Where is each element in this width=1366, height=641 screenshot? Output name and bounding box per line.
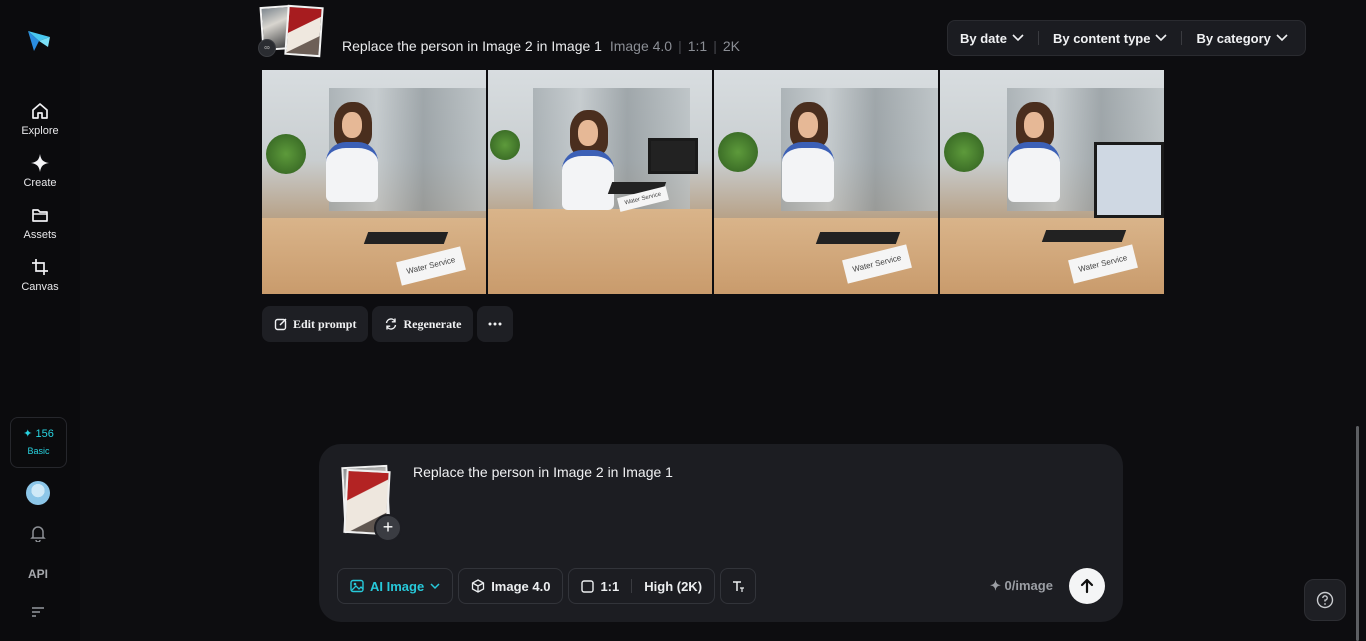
send-button[interactable]	[1069, 568, 1105, 604]
sidebar-item-label: Create	[23, 177, 57, 189]
generation-header: Replace the person in Image 2 in Image 1…	[342, 38, 740, 54]
generated-image[interactable]: Water Service	[940, 70, 1164, 294]
chevron-down-icon	[1012, 34, 1024, 42]
prompt-composer: + Replace the person in Image 2 in Image…	[319, 444, 1123, 622]
help-button[interactable]	[1304, 579, 1346, 621]
chevron-down-icon	[1155, 34, 1168, 42]
ratio-value: 1:1	[600, 578, 620, 594]
model-select[interactable]: Image 4.0	[458, 568, 564, 604]
more-options-button[interactable]	[477, 306, 514, 342]
sidebar-item-label: Canvas	[21, 281, 59, 293]
sidebar-item-create[interactable]: Create	[0, 153, 80, 189]
filter-by-category[interactable]: By category	[1196, 31, 1288, 46]
cube-icon	[472, 579, 485, 593]
sidebar-item-label: Explore	[21, 125, 59, 137]
menu-icon[interactable]	[31, 606, 45, 618]
bell-icon[interactable]	[30, 524, 46, 542]
generation-ratio: 1:1	[687, 38, 708, 54]
filter-by-date[interactable]: By date	[960, 31, 1024, 46]
quality-value: High (2K)	[644, 578, 703, 594]
mode-select[interactable]: AI Image	[337, 568, 454, 604]
edit-prompt-button[interactable]: Edit prompt	[262, 306, 369, 342]
sidebar-item-explore[interactable]: Explore	[0, 101, 80, 137]
filter-bar: By date By content type By category	[947, 20, 1306, 56]
composer-reference-images[interactable]: +	[341, 464, 402, 542]
generation-resolution: 2K	[722, 38, 740, 54]
generated-images: Water Service Water Service Water Servic…	[262, 70, 1164, 294]
plan-label: Basic	[27, 446, 50, 456]
generated-image[interactable]: Water Service	[714, 70, 938, 294]
generation-actions: Edit prompt Regenerate	[262, 306, 514, 342]
sidebar-item-label: Assets	[23, 229, 57, 241]
arrow-up-icon	[1080, 578, 1094, 594]
generated-image[interactable]: Water Service	[262, 70, 486, 294]
edit-icon	[274, 318, 287, 331]
logo-icon[interactable]	[26, 27, 52, 53]
ratio-quality-select[interactable]: 1:1 High (2K)	[568, 568, 716, 604]
avatar[interactable]	[26, 481, 50, 505]
cost-indicator: ✦ 0/image	[990, 578, 1053, 593]
add-image-button[interactable]: +	[374, 514, 402, 542]
filter-by-content-type[interactable]: By content type	[1053, 31, 1168, 46]
generation-model: Image 4.0	[609, 38, 673, 54]
credits-count: ✦ 156	[23, 428, 54, 440]
crop-icon	[32, 259, 48, 275]
chevron-down-icon	[430, 582, 440, 589]
sparkle-icon	[31, 154, 49, 172]
reference-image-2	[284, 4, 324, 58]
credits-badge[interactable]: ✦ 156 Basic	[10, 417, 67, 468]
chevron-down-icon	[1276, 34, 1288, 42]
composer-toolbar: AI Image Image 4.0 1:1 High (2K)	[337, 568, 757, 604]
link-icon: ∞	[258, 39, 276, 57]
refresh-icon	[386, 318, 397, 330]
sidebar: Explore Create Assets Canvas ✦ 156 Basic…	[0, 0, 80, 641]
help-icon	[1316, 591, 1334, 609]
scrollbar[interactable]	[1356, 426, 1359, 641]
reference-thumbnails[interactable]: ∞	[258, 4, 328, 58]
prompt-input[interactable]: Replace the person in Image 2 in Image 1	[413, 464, 673, 480]
sidebar-item-canvas[interactable]: Canvas	[0, 257, 80, 293]
square-icon	[581, 579, 595, 593]
more-icon	[488, 322, 502, 326]
sidebar-item-assets[interactable]: Assets	[0, 205, 80, 241]
generated-image[interactable]: Water Service	[488, 70, 712, 294]
api-link[interactable]: API	[0, 567, 76, 581]
text-icon	[733, 581, 745, 592]
generation-prompt: Replace the person in Image 2 in Image 1	[342, 38, 602, 54]
folder-icon	[32, 209, 48, 222]
regenerate-button[interactable]: Regenerate	[372, 306, 474, 342]
home-icon	[32, 103, 48, 119]
image-icon	[350, 579, 364, 593]
text-style-button[interactable]	[720, 568, 757, 604]
